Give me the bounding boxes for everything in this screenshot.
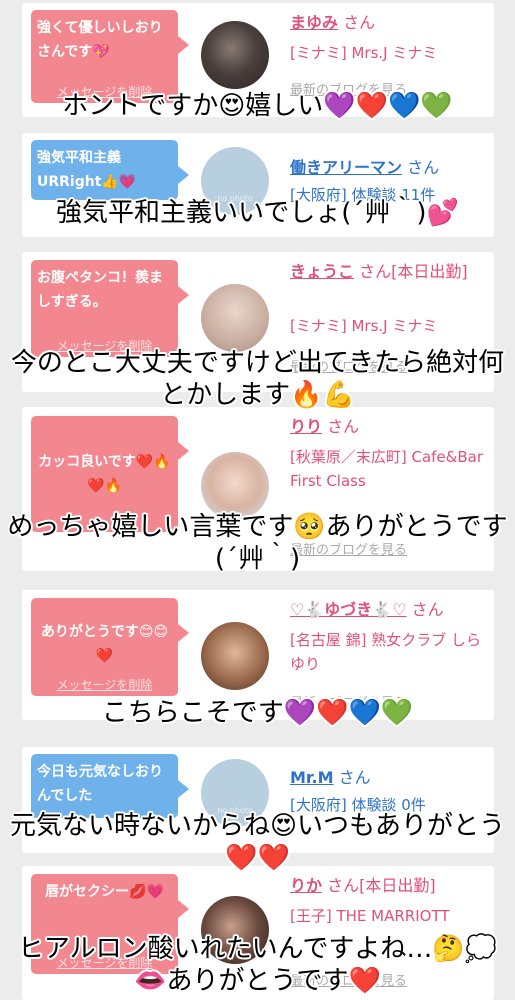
reply-caption: 元気ない時ないからね😍いつもありがとう❤️❤️	[9, 811, 506, 873]
user-name-link[interactable]: ♡🐇ゆづき🐇♡	[290, 600, 407, 619]
message-text: カッコ良いです❤️🔥❤️🔥	[38, 454, 171, 494]
message-bubble: ありがとうです😊😊❤️ メッセージを削除	[31, 598, 189, 696]
san-suffix: さん	[411, 600, 444, 619]
avatar[interactable]	[201, 622, 269, 690]
reply-caption: ホントですか😍嬉しい💜❤️💙💚	[62, 91, 453, 121]
user-name-link[interactable]: まゆみ	[290, 13, 338, 32]
message-text: ありがとうです😊😊❤️	[40, 624, 169, 664]
user-shop-info[interactable]: [ミナミ] Mrs.J ミナミ	[290, 314, 488, 338]
message-bubble: お腹ペタンコ！羨ましすぎる。 メッセージを削除	[31, 260, 189, 357]
user-shop-info[interactable]: [ミナミ] Mrs.J ミナミ	[290, 41, 488, 65]
user-status: [本日出勤]	[391, 262, 468, 281]
user-status: [本日出勤]	[359, 876, 436, 895]
user-name-link[interactable]: Mr.M	[290, 768, 334, 787]
delete-message-link[interactable]: メッセージを削除	[31, 676, 178, 693]
user-name-line: まゆみ さん	[290, 10, 488, 36]
avatar[interactable]	[201, 21, 269, 89]
san-suffix: さん	[327, 876, 360, 895]
user-name-link[interactable]: りり	[290, 417, 322, 436]
message-text: 今日も元気なしおりんでした	[37, 764, 163, 804]
san-suffix: さん	[338, 768, 371, 787]
user-name-line: Mr.M さん	[290, 765, 488, 791]
user-shop-info[interactable]: [名古屋 錦] 熟女クラブ しらゆり	[290, 628, 488, 676]
reply-caption: ヒアルロン酸いれたいんですよね…🤔💭👄ありがとうです❤️	[17, 934, 498, 996]
message-text: 強気平和主義URRight👍💗	[37, 150, 137, 190]
user-name-link[interactable]: きょうこ	[290, 262, 354, 281]
user-name-line: 働きアリーマン さん	[290, 155, 488, 181]
reply-caption: こちらこそです💜❤️💙💚	[101, 698, 414, 728]
san-suffix: さん	[407, 158, 440, 177]
user-shop-info[interactable]: [秋葉原／末広町] Cafe&Bar First Class	[290, 445, 488, 493]
reply-caption: 今のとこ大丈夫ですけど出てきたら絶対何とかします🔥💪	[10, 348, 505, 410]
user-name-line: りり さん	[290, 414, 488, 440]
reply-caption: めっちゃ嬉しい言葉です🥺ありがとうです(´艸｀)	[7, 512, 508, 574]
san-suffix: さん	[359, 262, 392, 281]
message-text: お腹ペタンコ！羨ましすぎる。	[37, 270, 163, 310]
avatar[interactable]	[201, 452, 269, 520]
user-shop-info[interactable]: [王子] THE MARRIOTT	[290, 904, 488, 928]
user-name-line: りか さん[本日出勤]	[290, 873, 488, 899]
message-bubble: 強気平和主義URRight👍💗	[31, 140, 189, 200]
user-name-link[interactable]: りか	[290, 876, 322, 895]
san-suffix: さん	[343, 13, 376, 32]
user-name-line: ♡🐇ゆづき🐇♡ さん	[290, 597, 488, 623]
message-text: 唇がセクシー💋💗	[45, 884, 164, 900]
reply-caption: 強気平和主義いいでしょ(´艸｀)💕	[56, 198, 459, 228]
message-bubble: 今日も元気なしおりんでした	[31, 754, 189, 818]
san-suffix: さん	[327, 417, 360, 436]
message-text: 強くて優しいしおりさんです💖	[37, 20, 163, 60]
user-name-link[interactable]: 働きアリーマン	[290, 158, 402, 177]
user-name-line: きょうこ さん[本日出勤]	[290, 259, 488, 285]
avatar[interactable]	[201, 284, 269, 352]
